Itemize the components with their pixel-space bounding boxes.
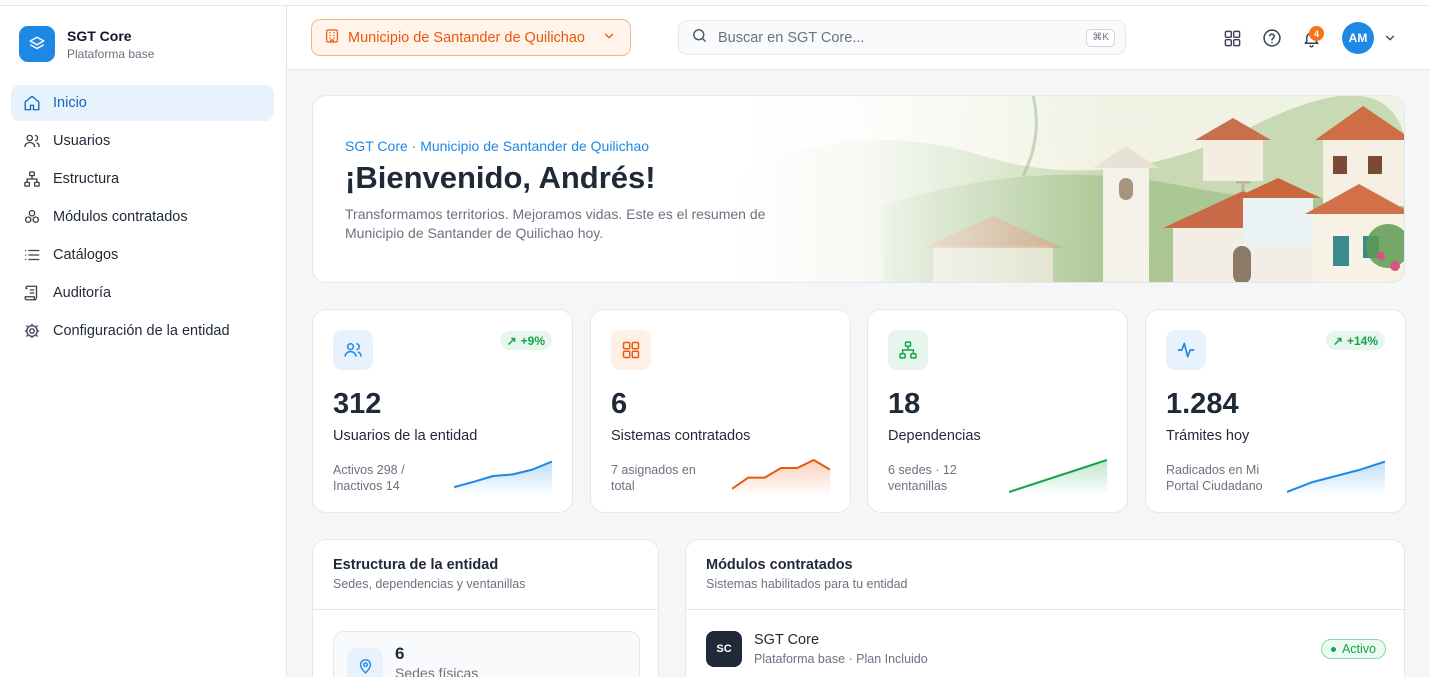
search-input[interactable]	[718, 29, 1078, 46]
avatar[interactable]: AM	[1342, 22, 1374, 54]
sitemap-icon	[888, 330, 928, 370]
sparkline	[454, 460, 552, 496]
sidebar-item-label: Auditoría	[53, 285, 112, 301]
sitemap-icon	[23, 170, 41, 188]
sidebar-item-estructura[interactable]: Estructura	[11, 161, 274, 197]
banner-kicker: SGT Core · Municipio de Santander de Qui…	[345, 138, 650, 154]
panel-subtitle: Sistemas habilitados para tu entidad	[706, 577, 908, 591]
stat-label: Dependencias	[888, 428, 981, 444]
stat-label: Sistemas contratados	[611, 428, 751, 444]
sidebar-item-configuracion[interactable]: Configuración de la entidad	[11, 313, 274, 349]
help-icon[interactable]	[1262, 28, 1282, 48]
sparkline	[732, 459, 830, 496]
stat-note: Radicados en Mi Portal Ciudadano	[1166, 463, 1263, 493]
home-icon	[23, 94, 41, 112]
gear-icon	[23, 322, 41, 340]
sedes-value: 6	[395, 644, 405, 663]
sidebar-item-inicio[interactable]: Inicio	[11, 85, 274, 121]
search-shortcut: ⌘K	[1086, 29, 1115, 47]
map-pin-icon	[347, 648, 383, 677]
list-icon	[23, 246, 41, 264]
trend-badge: ↗ +9%	[499, 331, 552, 350]
stat-label: Usuarios de la entidad	[333, 428, 478, 444]
entity-name: Municipio de Santander de Quilichao	[348, 29, 585, 46]
stat-note: Activos 298 / Inactivos 14	[333, 463, 405, 493]
structure-panel: Estructura de la entidad Sedes, dependen…	[312, 539, 659, 677]
stat-card-tramites[interactable]: ↗ +14% 1.284 Trámites hoy Radicados en Mi…	[1145, 309, 1406, 513]
welcome-banner: SGT Core · Municipio de Santander de Qui…	[312, 95, 1405, 283]
trend-value: +14%	[1346, 333, 1378, 348]
stat-card-usuarios[interactable]: ↗ +9% 312 Usuarios de la entidad Activos …	[312, 309, 573, 513]
stat-value: 312	[333, 388, 382, 420]
layers-icon	[19, 26, 55, 62]
building-icon	[324, 28, 340, 48]
panel-title: Módulos contratados	[706, 557, 853, 573]
sidebar-nav: Inicio Usuarios Estructura Módulos contr…	[11, 85, 274, 351]
search-icon	[691, 27, 708, 49]
sidebar-item-catalogos[interactable]: Catálogos	[11, 237, 274, 273]
sparkline	[1009, 459, 1107, 496]
sidebar-item-auditoria[interactable]: Auditoría	[11, 275, 274, 311]
panel-subtitle: Sedes, dependencias y ventanillas	[333, 577, 526, 591]
activity-icon	[1166, 330, 1206, 370]
sidebar-item-label: Usuarios	[53, 133, 111, 149]
entity-selector[interactable]: Municipio de Santander de Quilichao	[311, 19, 631, 56]
users-icon	[23, 132, 41, 150]
sparkline	[1287, 460, 1385, 496]
banner-description: Transformamos territorios. Mejoramos vid…	[345, 206, 766, 241]
modules-panel: Módulos contratados Sistemas habilitados…	[685, 539, 1405, 677]
sidebar-item-label: Módulos contratados	[53, 209, 188, 225]
users-icon	[333, 330, 373, 370]
chevron-down-icon	[602, 29, 616, 47]
trend-value: +9%	[520, 333, 545, 348]
brand-title: SGT Core	[67, 27, 132, 44]
sidebar-item-label: Catálogos	[53, 247, 119, 263]
page-title: ¡Bienvenido, Andrés!	[345, 160, 656, 195]
trend-up-icon: ↗	[506, 333, 517, 348]
status-label: Activo	[1341, 642, 1376, 656]
stat-note: 6 sedes · 12 ventanillas	[888, 463, 957, 493]
brand[interactable]: SGT Core Plataforma base	[19, 26, 154, 62]
sedes-label: Sedes físicas	[395, 665, 479, 677]
module-name: SGT Core	[754, 632, 820, 648]
grid-icon	[611, 330, 651, 370]
stat-card-sistemas[interactable]: 6 Sistemas contratados 7 asignados en to…	[590, 309, 851, 513]
module-avatar: SC	[706, 631, 742, 667]
search-box[interactable]: ⌘K	[678, 20, 1126, 55]
panel-title: Estructura de la entidad	[333, 557, 499, 573]
stat-label: Trámites hoy	[1166, 428, 1250, 444]
apps-grid-icon[interactable]	[1222, 28, 1242, 48]
sidebar-item-modulos[interactable]: Módulos contratados	[11, 199, 274, 235]
module-row[interactable]: SC SGT Core Plataforma base · Plan Inclu…	[706, 631, 1386, 671]
status-badge: Activo	[1320, 639, 1386, 659]
sidebar: SGT Core Plataforma base Inicio Usuarios…	[0, 6, 287, 677]
stat-card-dependencias[interactable]: 18 Dependencias 6 sedes · 12 ventanillas	[867, 309, 1128, 513]
stat-value: 6	[611, 388, 628, 420]
sidebar-item-label: Estructura	[53, 171, 120, 187]
sidebar-item-usuarios[interactable]: Usuarios	[11, 123, 274, 159]
sidebar-item-label: Inicio	[53, 95, 87, 111]
modules-icon	[23, 208, 41, 226]
module-description: Plataforma base · Plan Incluido	[754, 652, 928, 666]
audit-icon	[23, 284, 41, 302]
trend-up-icon: ↗	[1332, 333, 1343, 348]
notification-badge: 4	[1309, 26, 1324, 41]
chevron-down-icon[interactable]	[1380, 28, 1400, 48]
brand-subtitle: Plataforma base	[67, 46, 155, 61]
sedes-card[interactable]: 6 Sedes físicas	[333, 631, 640, 677]
sidebar-item-label: Configuración de la entidad	[53, 323, 230, 339]
top-header: Municipio de Santander de Quilichao ⌘K 4…	[287, 6, 1430, 70]
trend-badge: ↗ +14%	[1325, 331, 1385, 350]
stat-value: 1.284	[1166, 388, 1239, 420]
stat-note: 7 asignados en total	[611, 463, 696, 493]
stat-value: 18	[888, 388, 921, 420]
